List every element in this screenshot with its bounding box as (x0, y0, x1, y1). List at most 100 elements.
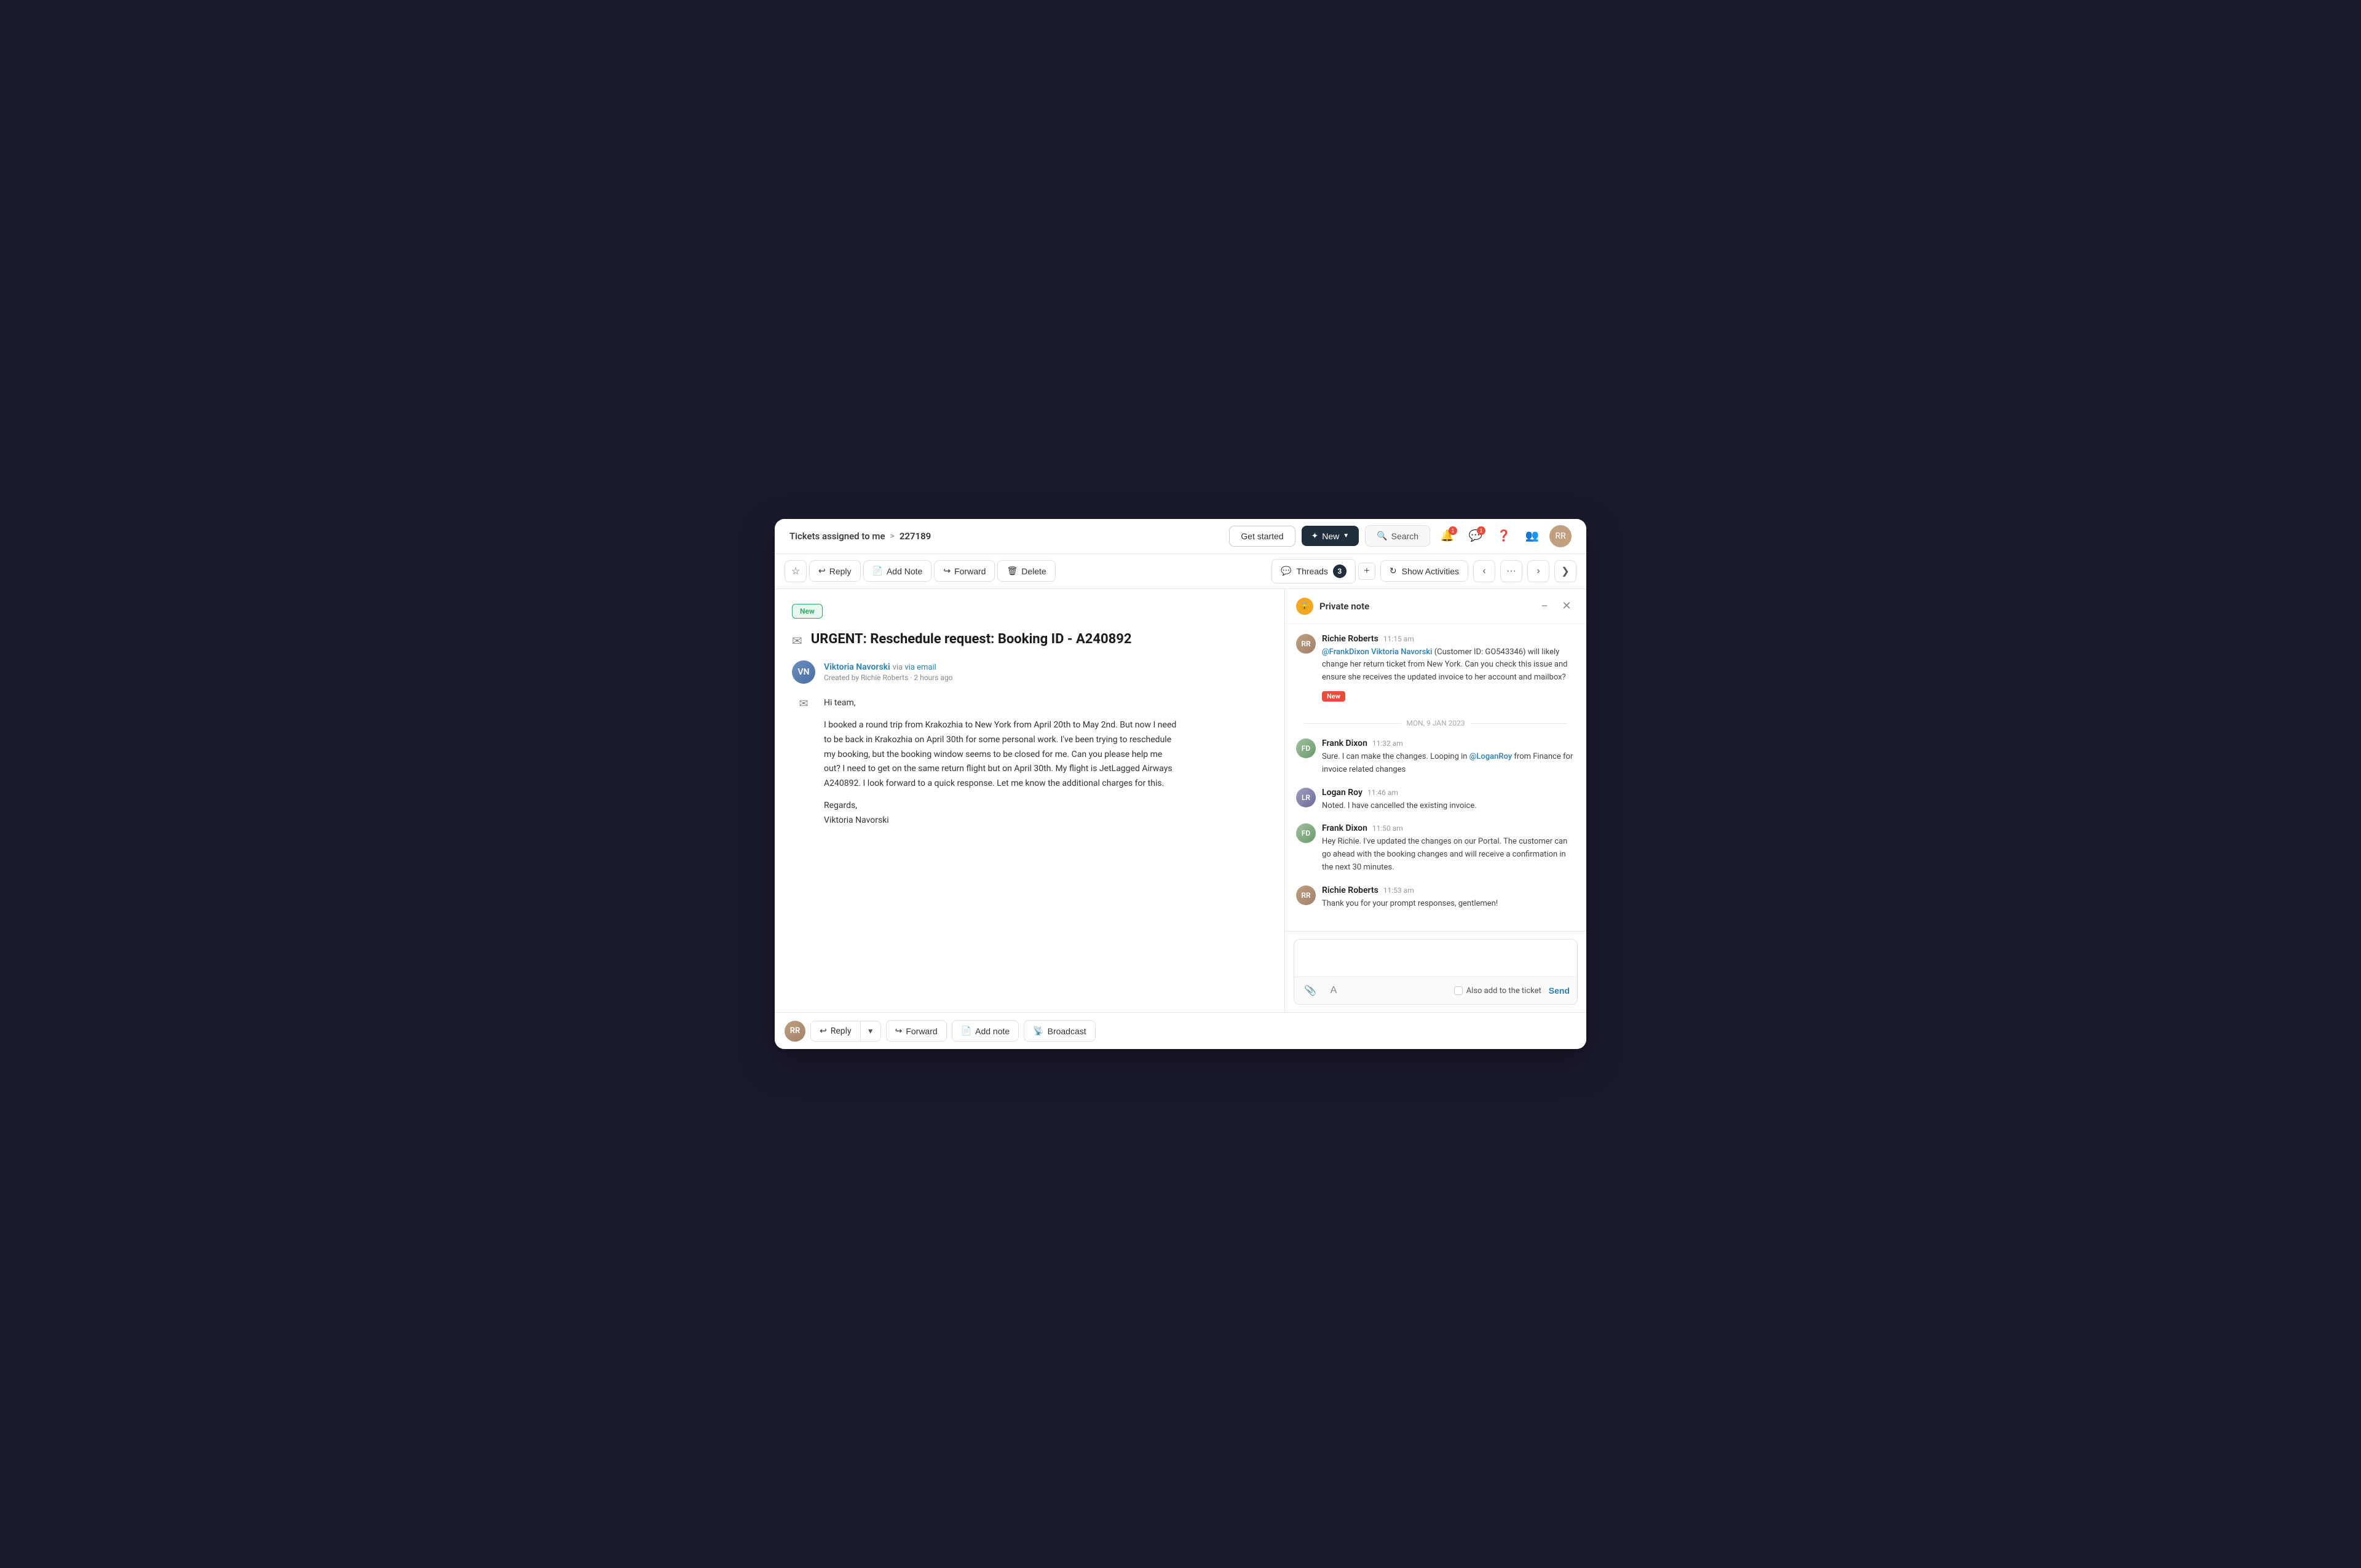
email-body-text: I booked a round trip from Krakozhia to … (824, 718, 1176, 791)
email-subject-row: ✉ URGENT: Reschedule request: Booking ID… (792, 631, 1267, 649)
reply-arrow-icon: ↩ (820, 1026, 827, 1036)
forward-action-button[interactable]: ↪ Forward (886, 1020, 947, 1042)
message-time: 11:15 am (1383, 635, 1414, 643)
via-email-link[interactable]: via email (904, 663, 936, 672)
help-button[interactable]: ❓ (1493, 525, 1515, 547)
message-text: Noted. I have cancelled the existing inv… (1322, 800, 1575, 813)
message-sender: Frank Dixon (1322, 823, 1367, 833)
list-item: LR Logan Roy 11:46 am Noted. I have canc… (1296, 788, 1575, 813)
add-note-button[interactable]: 📄 Add Note (863, 560, 932, 582)
sender-name[interactable]: Viktoria Navorski (824, 662, 890, 672)
message-header: Logan Roy 11:46 am (1322, 788, 1575, 798)
user-avatar[interactable]: RR (1549, 525, 1572, 547)
date-divider: MON, 9 JAN 2023 (1296, 719, 1575, 727)
new-button[interactable]: ✦ New ▼ (1302, 526, 1359, 546)
reply-button[interactable]: ↩ Reply (809, 560, 861, 582)
message-header: Richie Roberts 11:15 am (1322, 634, 1575, 644)
reply-text-input[interactable] (1294, 940, 1577, 976)
mention: @LoganRoy (1469, 752, 1513, 761)
close-button[interactable]: ✕ (1558, 598, 1575, 615)
notifications-button[interactable]: 🔔 1 (1436, 525, 1458, 547)
via-label: via (893, 663, 905, 672)
threads-add-button[interactable]: + (1358, 563, 1375, 580)
search-icon: 🔍 (1377, 531, 1387, 541)
new-status-badge: New (792, 604, 823, 619)
message-content: Richie Roberts 11:15 am @FrankDixon Vikt… (1322, 634, 1575, 708)
note-action-icon: 📄 (961, 1026, 971, 1036)
top-nav: Tickets assigned to me > 227189 Get star… (775, 519, 1586, 554)
email-panel: New ✉ URGENT: Reschedule request: Bookin… (775, 589, 1285, 1013)
sender-name-line: Viktoria Navorski via via email (824, 660, 953, 672)
plus-icon: ✦ (1311, 531, 1319, 541)
message-text: Thank you for your prompt responses, gen… (1322, 898, 1575, 911)
right-panel: 🔒 Private note − ✕ RR R (1285, 589, 1586, 1013)
toolbar-right: 💬 Threads 3 + ↻ Show Activities ‹ ··· › … (1271, 559, 1576, 584)
chevron-down-icon: ▼ (1343, 533, 1349, 539)
minimize-button[interactable]: − (1536, 598, 1553, 615)
get-started-button[interactable]: Get started (1229, 526, 1295, 547)
broadcast-button[interactable]: 📡 Broadcast (1024, 1020, 1095, 1042)
reply-text-btn[interactable]: ↩ Reply (811, 1021, 861, 1041)
avatar: RR (1296, 885, 1316, 905)
mention-badge: 1 (1477, 526, 1485, 535)
sender-avatar: VN (792, 660, 815, 684)
breadcrumb-base: Tickets assigned to me (789, 531, 885, 542)
search-button[interactable]: 🔍 Search (1365, 525, 1430, 547)
nav-next-button[interactable]: › (1527, 560, 1549, 582)
attach-button[interactable]: 📎 (1302, 982, 1319, 999)
mentions-button[interactable]: 💬 1 (1465, 525, 1487, 547)
reply-dropdown-btn[interactable]: ▼ (861, 1022, 880, 1040)
list-item: FD Frank Dixon 11:32 am Sure. I can make… (1296, 738, 1575, 777)
avatar: FD (1296, 823, 1316, 843)
message-time: 11:53 am (1383, 886, 1414, 895)
show-activities-button[interactable]: ↻ Show Activities (1380, 560, 1468, 582)
breadcrumb-ticket: 227189 (900, 531, 931, 542)
message-header: Frank Dixon 11:32 am (1322, 738, 1575, 748)
message-sender: Richie Roberts (1322, 885, 1378, 895)
threads-badge: 3 (1333, 564, 1347, 578)
private-note-header: 🔒 Private note − ✕ (1285, 589, 1586, 624)
panel-controls: − ✕ (1536, 598, 1575, 615)
breadcrumb-sep: > (890, 531, 895, 541)
email-meta: VN Viktoria Navorski via via email Creat… (792, 660, 1267, 684)
threads-icon: 💬 (1281, 566, 1291, 576)
message-header: Frank Dixon 11:50 am (1322, 823, 1575, 833)
avatar: FD (1296, 738, 1316, 758)
avatar: LR (1296, 788, 1316, 807)
trash-icon: 🗑 (1006, 566, 1018, 576)
new-badge-msg: New (1322, 691, 1345, 702)
sender-info: Viktoria Navorski via via email Created … (824, 660, 953, 682)
message-content: Frank Dixon 11:50 am Hey Richie. I've up… (1322, 823, 1575, 874)
message-text: @FrankDixon Viktoria Navorski (Customer … (1322, 646, 1575, 684)
email-subject: URGENT: Reschedule request: Booking ID -… (811, 631, 1132, 649)
list-item: FD Frank Dixon 11:50 am Hey Richie. I've… (1296, 823, 1575, 874)
format-button[interactable]: A (1325, 982, 1342, 999)
list-item: RR Richie Roberts 11:53 am Thank you for… (1296, 885, 1575, 911)
action-avatar: RR (785, 1021, 805, 1042)
forward-button[interactable]: ↪ Forward (934, 560, 995, 582)
collapse-button[interactable]: ❯ (1554, 560, 1576, 582)
input-icons: 📎 A (1302, 982, 1342, 999)
star-button[interactable]: ☆ (785, 560, 807, 582)
team-button[interactable]: 👥 (1521, 525, 1543, 547)
main-content: New ✉ URGENT: Reschedule request: Bookin… (775, 589, 1586, 1013)
add-note-action-button[interactable]: 📄 Add note (952, 1020, 1019, 1042)
more-options-button[interactable]: ··· (1500, 560, 1522, 582)
delete-button[interactable]: 🗑 Delete (997, 560, 1055, 582)
list-item: RR Richie Roberts 11:15 am @FrankDixon V… (1296, 634, 1575, 708)
right-column: 🔒 Private note − ✕ RR R (1285, 589, 1586, 1013)
private-note-title: 🔒 Private note (1296, 598, 1369, 615)
threads-button[interactable]: 💬 Threads 3 (1271, 559, 1356, 584)
input-toolbar: 📎 A Also add to the ticket Send (1294, 976, 1577, 1004)
nav-right: Get started ✦ New ▼ 🔍 Search 🔔 1 💬 1 ❓ 👥 (1229, 525, 1572, 547)
message-content: Richie Roberts 11:53 am Thank you for yo… (1322, 885, 1575, 911)
email-body-row: ✉ Hi team, I booked a round trip from Kr… (792, 696, 1267, 835)
also-add-checkbox[interactable] (1454, 986, 1463, 995)
email-actions-bar: RR ↩ Reply ▼ ↪ Forward 📄 Add note 📡 Broa… (775, 1012, 1586, 1049)
message-text: Hey Richie. I've updated the changes on … (1322, 836, 1575, 874)
forward-action-icon: ↪ (895, 1026, 903, 1036)
lock-icon: 🔒 (1296, 598, 1313, 615)
nav-prev-button[interactable]: ‹ (1473, 560, 1495, 582)
reply-main-button: ↩ Reply ▼ (810, 1021, 881, 1042)
send-button[interactable]: Send (1549, 986, 1570, 996)
